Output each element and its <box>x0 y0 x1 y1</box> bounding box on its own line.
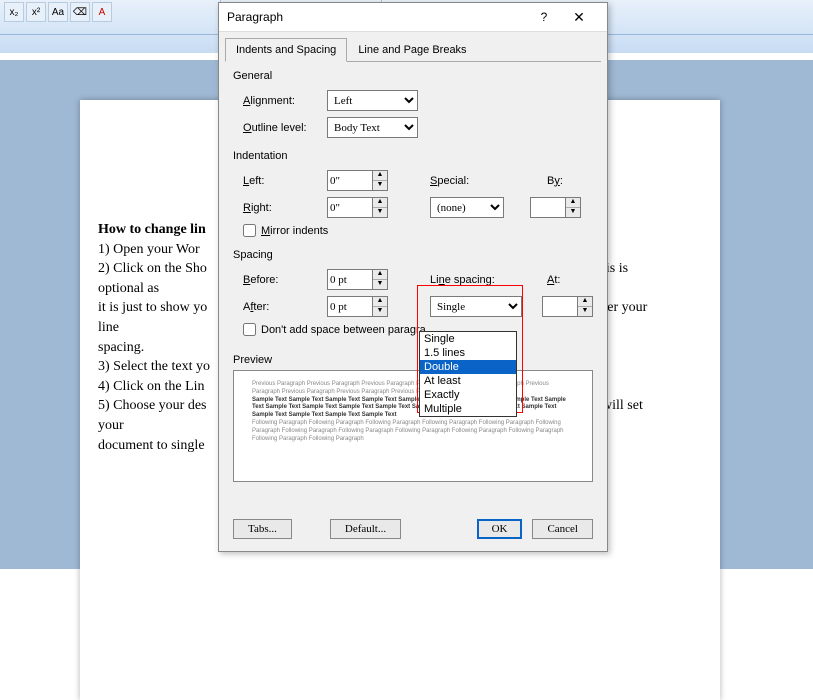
spin-up[interactable]: ▲ <box>566 198 580 208</box>
spin-down[interactable]: ▼ <box>373 208 387 217</box>
line-spacing-dropdown[interactable]: Single1.5 linesDoubleAt leastExactlyMult… <box>419 331 517 417</box>
by-input[interactable] <box>530 197 566 218</box>
spin-up[interactable]: ▲ <box>373 270 387 280</box>
close-button[interactable]: ✕ <box>559 9 599 26</box>
before-input[interactable] <box>327 269 373 290</box>
line-spacing-option[interactable]: Exactly <box>420 388 516 402</box>
font-color-button[interactable]: A <box>92 2 112 22</box>
spacing-label: Spacing <box>233 249 593 261</box>
doc-line: 2) Click on the Sho <box>98 261 207 276</box>
special-label: Special: <box>430 175 505 187</box>
change-case-button[interactable]: Aa <box>48 2 68 22</box>
spin-up[interactable]: ▲ <box>373 297 387 307</box>
by-label: By: <box>547 175 563 187</box>
line-spacing-option[interactable]: At least <box>420 374 516 388</box>
spin-up[interactable]: ▲ <box>373 171 387 181</box>
after-label: After: <box>243 301 321 313</box>
outline-label: Outline level: <box>243 122 321 134</box>
spin-down[interactable]: ▼ <box>373 280 387 289</box>
after-input[interactable] <box>327 296 373 317</box>
general-label: General <box>233 70 593 82</box>
paragraph-dialog: Paragraph ? ✕ Indents and Spacing Line a… <box>218 2 608 552</box>
spin-down[interactable]: ▼ <box>566 208 580 217</box>
line-spacing-option[interactable]: Single <box>420 332 516 346</box>
doc-line: 5) Choose your des <box>98 398 207 413</box>
line-spacing-label: Line spacing: <box>430 274 505 286</box>
spin-down[interactable]: ▼ <box>373 181 387 190</box>
default-button[interactable]: Default... <box>330 519 401 539</box>
help-button[interactable]: ? <box>529 10 559 24</box>
dialog-title: Paragraph <box>227 10 529 24</box>
tab-line-page-breaks[interactable]: Line and Page Breaks <box>347 38 477 61</box>
clear-format-button[interactable]: ⌫ <box>70 2 90 22</box>
superscript-button[interactable]: x² <box>26 2 46 22</box>
preview-label: Preview <box>233 354 593 366</box>
alignment-label: Alignment: <box>243 95 321 107</box>
line-spacing-option[interactable]: Double <box>420 360 516 374</box>
spin-up[interactable]: ▲ <box>578 297 592 307</box>
alignment-select[interactable]: Left <box>327 90 418 111</box>
doc-line: it is just to show yo <box>98 300 207 315</box>
outline-select[interactable]: Body Text <box>327 117 418 138</box>
cancel-button[interactable]: Cancel <box>532 519 593 539</box>
tabs-button[interactable]: Tabs... <box>233 519 292 539</box>
indentation-label: Indentation <box>233 150 593 162</box>
indent-left-input[interactable] <box>327 170 373 191</box>
dont-add-space-label: Don't add space between paragra <box>261 324 426 336</box>
doc-heading: How to change lin <box>98 222 206 237</box>
ok-button[interactable]: OK <box>477 519 523 539</box>
spin-down[interactable]: ▼ <box>373 307 387 316</box>
tab-indents-spacing[interactable]: Indents and Spacing <box>225 38 347 62</box>
line-spacing-option[interactable]: Multiple <box>420 402 516 416</box>
line-spacing-select[interactable]: Single <box>430 296 522 317</box>
indent-right-input[interactable] <box>327 197 373 218</box>
indent-right-label: Right: <box>243 202 321 214</box>
indent-left-label: Left: <box>243 175 321 187</box>
mirror-indents-checkbox[interactable] <box>243 224 256 237</box>
spin-up[interactable]: ▲ <box>373 198 387 208</box>
subscript-button[interactable]: x₂ <box>4 2 24 22</box>
at-input[interactable] <box>542 296 578 317</box>
line-spacing-option[interactable]: 1.5 lines <box>420 346 516 360</box>
spin-down[interactable]: ▼ <box>578 307 592 316</box>
mirror-indents-label: Mirror indents <box>261 225 328 237</box>
at-label: At: <box>547 274 560 286</box>
before-label: Before: <box>243 274 321 286</box>
preview-box: Previous Paragraph Previous Paragraph Pr… <box>233 370 593 482</box>
special-select[interactable]: (none) <box>430 197 504 218</box>
dont-add-space-checkbox[interactable] <box>243 323 256 336</box>
